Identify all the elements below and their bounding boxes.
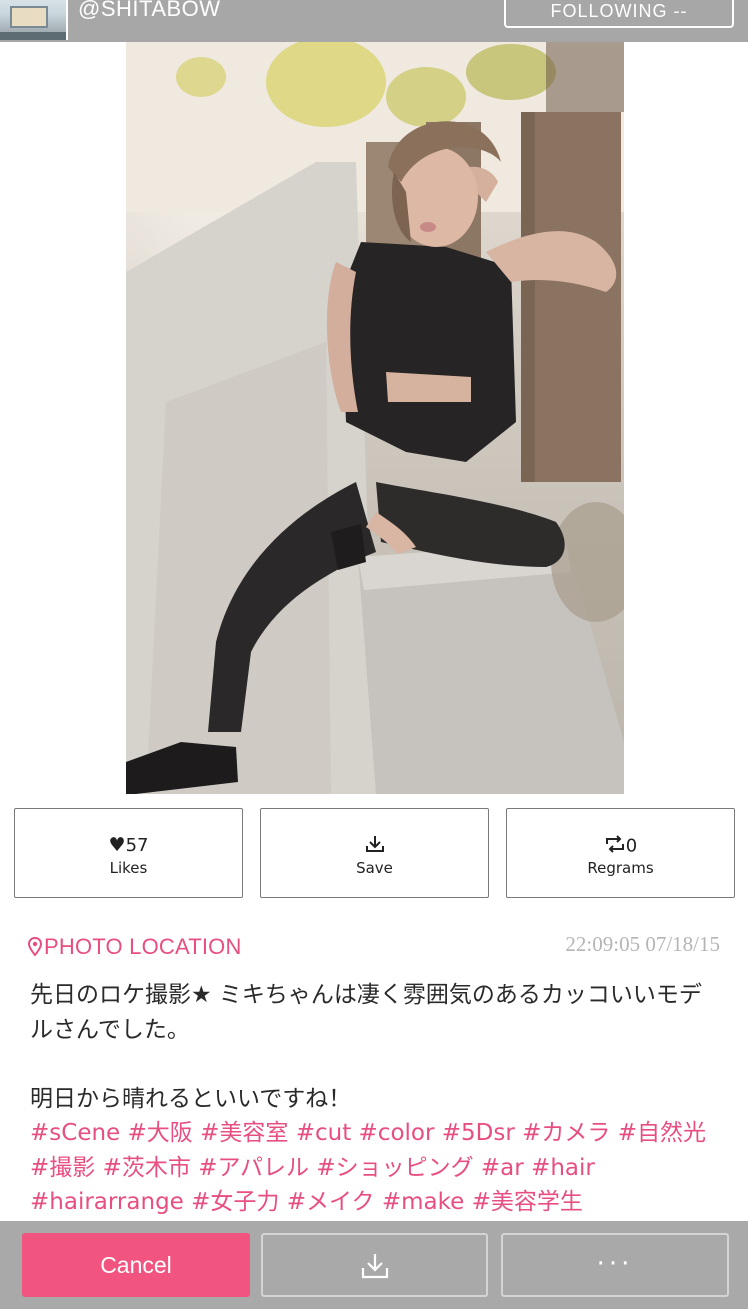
save-button[interactable]: Save: [260, 808, 489, 898]
hashtag-link[interactable]: #hairarrange: [30, 1189, 184, 1215]
regrams-label: Regrams: [587, 859, 654, 877]
hashtag-link[interactable]: #メイク: [287, 1189, 375, 1215]
hashtag-link[interactable]: #ar: [481, 1155, 524, 1181]
hashtag-link[interactable]: #ショッピング: [316, 1155, 473, 1181]
hashtag-link[interactable]: #女子力: [191, 1189, 279, 1215]
username-label[interactable]: @SHITABOW: [78, 0, 221, 22]
repost-icon: [604, 835, 626, 858]
hashtag-link[interactable]: #自然光: [618, 1120, 706, 1146]
heart-icon: ♥: [108, 834, 126, 856]
post-timestamp: 22:09:05 07/18/15: [565, 932, 720, 956]
location-label: PHOTO LOCATION: [44, 934, 242, 959]
hashtag-link[interactable]: #color: [359, 1120, 435, 1146]
download-icon: [365, 835, 385, 858]
post-caption: 先日のロケ撮影★ ミキちゃんは凄く雰囲気のあるカッコいいモデルさんでした。 明日…: [30, 978, 710, 1220]
likes-count: 57: [125, 835, 149, 856]
photo-illustration: [126, 42, 624, 794]
profile-header: @SHITABOW FOLLOWING --: [0, 0, 748, 42]
more-dots-icon: ···: [596, 1249, 634, 1279]
hashtag-link[interactable]: #美容学生: [472, 1189, 583, 1215]
hashtag-link[interactable]: #美容室: [200, 1120, 288, 1146]
hashtag-link[interactable]: #カメラ: [522, 1120, 610, 1146]
more-button[interactable]: ···: [501, 1233, 729, 1297]
save-label: Save: [356, 859, 393, 877]
like-button[interactable]: ♥57 Likes: [14, 808, 243, 898]
bottom-action-bar: Cancel ···: [0, 1221, 748, 1309]
hashtag-link[interactable]: #make: [382, 1189, 464, 1215]
hashtag-link[interactable]: #撮影: [30, 1155, 95, 1181]
likes-label: Likes: [109, 859, 148, 877]
hashtag-link[interactable]: #cut: [296, 1120, 352, 1146]
hashtag-link[interactable]: #アパレル: [198, 1155, 309, 1181]
hashtag-link[interactable]: #茨木市: [103, 1155, 191, 1181]
location-pin-icon: [27, 936, 43, 957]
caption-line-1: 先日のロケ撮影★ ミキちゃんは凄く雰囲気のあるカッコいいモデルさんでした。: [30, 982, 702, 1043]
regrams-count: 0: [625, 835, 638, 857]
cancel-button[interactable]: Cancel: [22, 1233, 250, 1297]
user-avatar[interactable]: [0, 0, 68, 40]
hashtag-link[interactable]: #sCene: [30, 1120, 120, 1146]
post-photo[interactable]: [126, 42, 624, 794]
hashtag-link[interactable]: #hair: [531, 1155, 595, 1181]
hashtag-link[interactable]: #大阪: [128, 1120, 193, 1146]
caption-line-2: 明日から晴れるといいですね！: [30, 1085, 352, 1112]
regram-button[interactable]: 0 Regrams: [506, 808, 735, 898]
hashtag-link[interactable]: #5Dsr: [442, 1120, 515, 1146]
following-button[interactable]: FOLLOWING --: [504, 0, 734, 28]
photo-location-link[interactable]: PHOTO LOCATION: [27, 934, 242, 960]
download-icon: [361, 1254, 388, 1279]
download-button[interactable]: [261, 1233, 488, 1297]
hashtag-list: #sCene #大阪 #美容室 #cut #color #5Dsr #カメラ #…: [30, 1116, 710, 1220]
